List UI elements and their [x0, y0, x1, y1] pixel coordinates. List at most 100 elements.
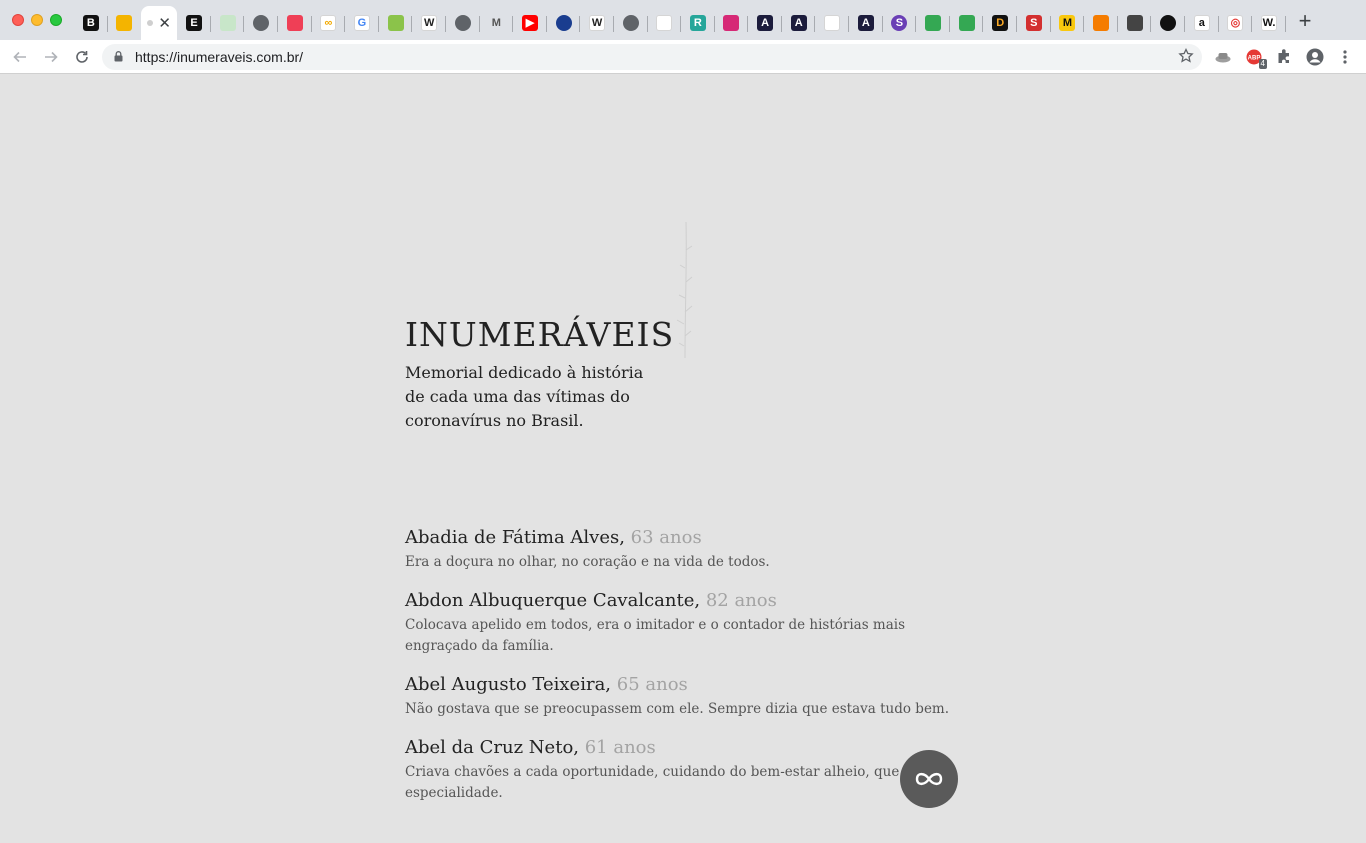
- extension-badge: 4: [1258, 59, 1267, 69]
- tab-close-icon[interactable]: ✕: [158, 16, 171, 31]
- browser-tab[interactable]: [815, 6, 849, 40]
- close-window-button[interactable]: [12, 14, 24, 26]
- browser-tab[interactable]: [547, 6, 581, 40]
- medium-icon: M: [488, 15, 505, 31]
- browser-tab[interactable]: ▶: [513, 6, 547, 40]
- victim-entry[interactable]: Abdon Albuquerque Cavalcante, 82 anos Col…: [405, 590, 965, 657]
- browser-tab[interactable]: a: [1185, 6, 1219, 40]
- browser-tab[interactable]: A: [748, 6, 782, 40]
- address-bar[interactable]: https://inumeraveis.com.br/: [102, 44, 1202, 70]
- a-icon: A: [757, 15, 774, 31]
- browser-tab[interactable]: [1151, 6, 1185, 40]
- browser-tab[interactable]: ∞: [312, 6, 346, 40]
- browser-tab[interactable]: B: [74, 6, 108, 40]
- new-tab-button[interactable]: +: [1294, 10, 1316, 32]
- infinite-scroll-button[interactable]: [900, 750, 958, 808]
- browser-tab[interactable]: [648, 6, 682, 40]
- bookmark-star-icon[interactable]: [1178, 48, 1194, 64]
- browser-toolbar: https://inumeraveis.com.br/ ABP 4: [0, 40, 1366, 74]
- browser-tab[interactable]: A: [782, 6, 816, 40]
- browser-tab[interactable]: [1084, 6, 1118, 40]
- r-icon: R: [689, 15, 706, 31]
- w-dot-icon: W.: [1260, 15, 1277, 31]
- browser-tab[interactable]: S: [1017, 6, 1051, 40]
- browser-tab[interactable]: W.: [1252, 6, 1286, 40]
- victim-story: Criava chavões a cada oportunidade, cuid…: [405, 764, 955, 801]
- avatar-icon: [1306, 48, 1324, 66]
- site-subtitle: Memorial dedicado à história de cada uma…: [405, 363, 644, 430]
- victim-age: 65 anos: [616, 674, 688, 695]
- browser-tab[interactable]: ✕: [141, 6, 178, 40]
- browser-tab[interactable]: A: [849, 6, 883, 40]
- browser-tab[interactable]: M: [1051, 6, 1085, 40]
- victim-name: Abadia de Fátima Alves,: [405, 527, 625, 548]
- s-icon: S: [891, 15, 908, 31]
- victim-age: 63 anos: [630, 527, 702, 548]
- back-button[interactable]: [9, 46, 31, 68]
- browser-tab[interactable]: W: [580, 6, 614, 40]
- victim-heading: Abel da Cruz Neto, 61 anos: [405, 737, 965, 759]
- forward-button[interactable]: [40, 46, 62, 68]
- slides-icon: [116, 15, 133, 31]
- victim-story: Colocava apelido em todos, era o imitado…: [405, 617, 906, 654]
- browser-tab[interactable]: E: [177, 6, 211, 40]
- browser-tab[interactable]: [108, 6, 142, 40]
- reload-button[interactable]: [71, 46, 93, 68]
- instagram-icon: [723, 15, 740, 31]
- maximize-window-button[interactable]: [50, 14, 62, 26]
- orange-grid-icon: [1093, 15, 1110, 31]
- google-icon: G: [353, 15, 370, 31]
- globe-icon: [622, 15, 639, 31]
- browser-tab[interactable]: [211, 6, 245, 40]
- browser-tab[interactable]: [1118, 6, 1152, 40]
- victim-name: Abel da Cruz Neto,: [405, 737, 579, 758]
- browser-tab[interactable]: [446, 6, 480, 40]
- globe-icon: [454, 15, 471, 31]
- b-icon: B: [82, 15, 99, 31]
- victim-entry[interactable]: Abel Augusto Teixeira, 65 anos Não gostav…: [405, 674, 965, 720]
- browser-tab[interactable]: W: [412, 6, 446, 40]
- browser-tab[interactable]: G: [345, 6, 379, 40]
- browser-tab[interactable]: [379, 6, 413, 40]
- browser-tab[interactable]: [278, 6, 312, 40]
- browser-tab[interactable]: ◎: [1219, 6, 1253, 40]
- black-circle-icon: [1160, 15, 1177, 31]
- victim-story: Não gostava que se preocupassem com ele.…: [405, 701, 950, 717]
- browser-tab[interactable]: [715, 6, 749, 40]
- a-icon: A: [857, 15, 874, 31]
- pocket-icon: [286, 15, 303, 31]
- victim-entry[interactable]: Abadia de Fátima Alves, 63 anos Era a doç…: [405, 527, 965, 573]
- hat-icon: [1215, 53, 1231, 63]
- browser-tab[interactable]: M: [480, 6, 514, 40]
- drive-icon: [925, 15, 942, 31]
- browser-tab[interactable]: R: [681, 6, 715, 40]
- adblock-extension-button[interactable]: ABP 4: [1243, 46, 1267, 69]
- d-icon: D: [992, 15, 1009, 31]
- victims-list: Abadia de Fátima Alves, 63 anos Era a doç…: [405, 527, 965, 821]
- lock-icon: [114, 51, 123, 62]
- drop-icon: [824, 15, 841, 31]
- infinity-icon: ∞: [320, 15, 337, 31]
- leaf-icon: [387, 15, 404, 31]
- browser-menu-button[interactable]: [1334, 46, 1356, 68]
- browser-tab[interactable]: D: [983, 6, 1017, 40]
- browser-tab[interactable]: [244, 6, 278, 40]
- browser-tab[interactable]: S: [883, 6, 917, 40]
- victim-entry[interactable]: Abel da Cruz Neto, 61 anos Criava chavões…: [405, 737, 965, 804]
- infinity-icon: [915, 772, 943, 786]
- browser-tab[interactable]: [614, 6, 648, 40]
- browser-tab[interactable]: [916, 6, 950, 40]
- extension-button[interactable]: [1212, 46, 1234, 68]
- wikipedia-icon: W: [421, 15, 438, 31]
- a-icon: A: [790, 15, 807, 31]
- site-title: INUMERÁVEIS: [405, 315, 675, 354]
- profile-button[interactable]: [1304, 46, 1326, 68]
- browser-tabstrip: B ✕ E ∞ G W M ▶ W R A A A S D S Ma ◎ W. +: [0, 0, 1366, 40]
- browser-tab[interactable]: [950, 6, 984, 40]
- minimize-window-button[interactable]: [31, 14, 43, 26]
- extensions-menu-button[interactable]: [1273, 46, 1295, 68]
- book-icon: [656, 15, 673, 31]
- s-red-icon: S: [1025, 15, 1042, 31]
- victim-age: 82 anos: [705, 590, 777, 611]
- drive-icon: [958, 15, 975, 31]
